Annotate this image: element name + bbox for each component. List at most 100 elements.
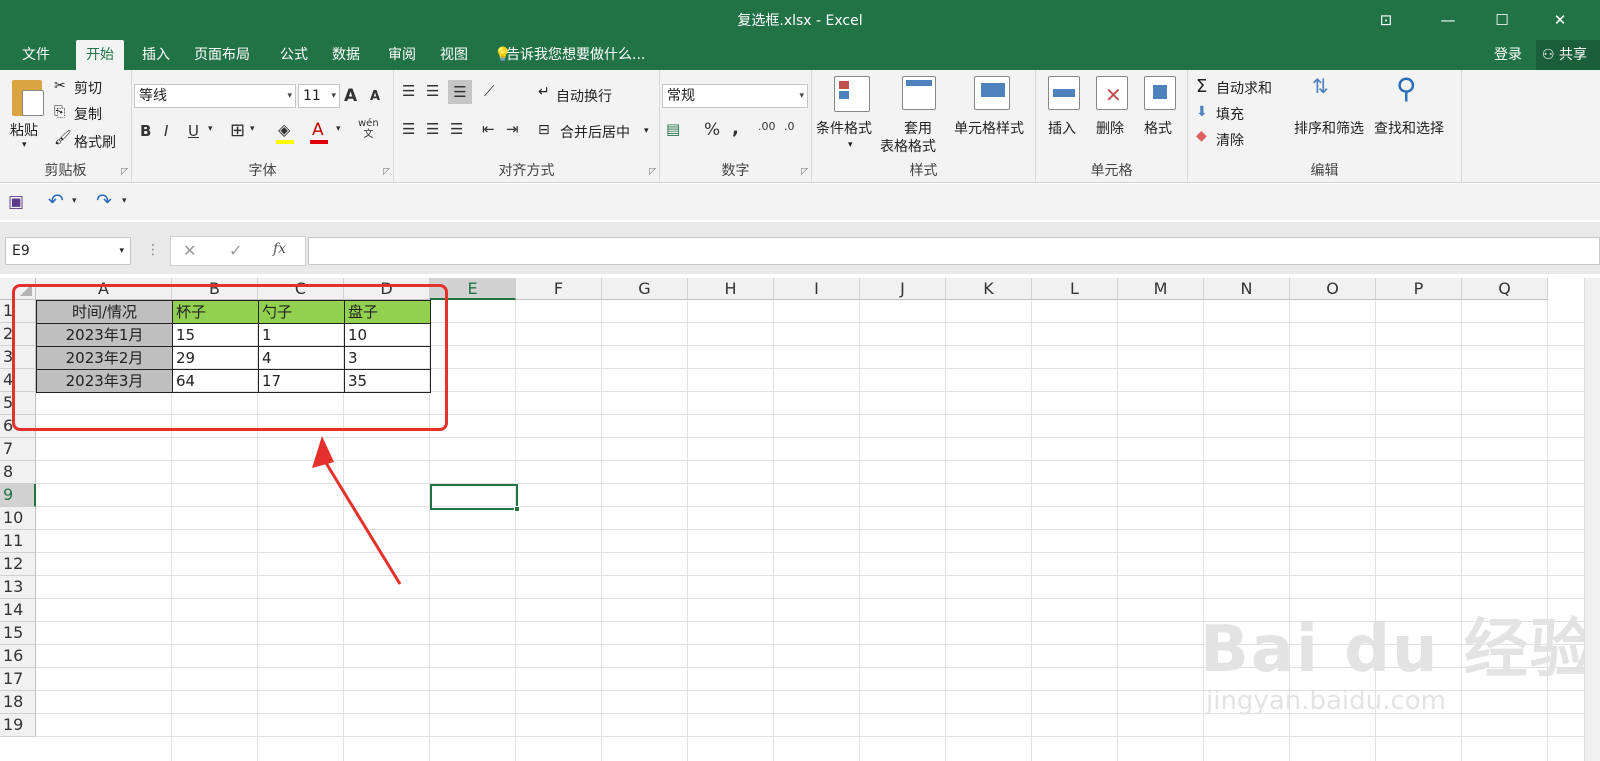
row-header-15[interactable]: 15 — [0, 622, 36, 645]
wrap-text-button[interactable]: 自动换行 — [556, 86, 612, 106]
fill-button[interactable]: 填充 — [1216, 104, 1244, 124]
clear-button[interactable]: 清除 — [1216, 130, 1244, 150]
grow-font-button[interactable]: A — [344, 86, 357, 106]
tab-file[interactable]: 文件 — [12, 40, 60, 70]
column-header-q[interactable]: Q — [1462, 278, 1548, 300]
font-name-select[interactable]: 等线 ▾ — [134, 84, 296, 108]
column-header-j[interactable]: J — [860, 278, 946, 300]
row-header-16[interactable]: 16 — [0, 645, 36, 668]
format-painter-button[interactable]: 格式刷 — [74, 132, 116, 152]
row-header-11[interactable]: 11 — [0, 530, 36, 553]
chevron-down-icon[interactable]: ▾ — [122, 196, 127, 206]
insert-cells-icon[interactable] — [1048, 76, 1080, 110]
format-as-table-icon[interactable] — [902, 76, 936, 110]
percent-button[interactable]: % — [704, 120, 720, 140]
format-as-table-button[interactable]: 表格格式 — [880, 136, 936, 156]
tab-data[interactable]: 数据 — [322, 40, 370, 70]
delete-cells-button[interactable]: 删除 — [1096, 118, 1124, 138]
fill-handle[interactable] — [514, 506, 520, 512]
chevron-down-icon[interactable]: ▾ — [848, 140, 853, 150]
column-header-p[interactable]: P — [1376, 278, 1462, 300]
row-header-17[interactable]: 17 — [0, 668, 36, 691]
font-color-button[interactable]: A — [312, 120, 324, 140]
sort-filter-icon[interactable]: ⇅ — [1312, 74, 1329, 98]
insert-cells-button[interactable]: 插入 — [1048, 118, 1076, 138]
fill-color-icon[interactable]: ◈ — [278, 120, 290, 139]
align-right-icon[interactable]: ☰ — [450, 120, 463, 138]
number-format-select[interactable]: 常规 ▾ — [662, 84, 808, 108]
align-center-icon[interactable]: ☰ — [426, 120, 439, 138]
tab-home[interactable]: 开始 — [76, 40, 124, 70]
share-button[interactable]: ⚇ 共享 — [1536, 40, 1600, 70]
comma-button[interactable]: , — [732, 118, 739, 139]
conditional-formatting-icon[interactable] — [834, 76, 870, 112]
format-cells-button[interactable]: 格式 — [1144, 118, 1172, 138]
ribbon-display-icon[interactable]: ⊡ — [1366, 6, 1406, 34]
cancel-icon[interactable]: ✕ — [183, 241, 196, 260]
row-header-9[interactable]: 9 — [0, 484, 36, 507]
redo-icon[interactable]: ↷ — [96, 190, 112, 212]
chevron-down-icon[interactable]: ▾ — [119, 238, 124, 264]
format-cells-icon[interactable] — [1144, 76, 1176, 110]
tab-insert[interactable]: 插入 — [132, 40, 180, 70]
column-header-l[interactable]: L — [1032, 278, 1118, 300]
delete-cells-icon[interactable]: ✕ — [1096, 76, 1128, 110]
column-header-n[interactable]: N — [1204, 278, 1290, 300]
tab-view[interactable]: 视图 — [430, 40, 478, 70]
italic-button[interactable]: I — [164, 122, 168, 140]
phonetic-guide-button[interactable]: wén 文 — [358, 118, 379, 140]
column-header-g[interactable]: G — [602, 278, 688, 300]
minimize-icon[interactable]: — — [1428, 6, 1468, 34]
chevron-down-icon[interactable]: ▾ — [250, 124, 255, 134]
magnifier-icon[interactable]: ⚲ — [1396, 72, 1417, 105]
font-size-select[interactable]: 11 ▾ — [298, 84, 340, 108]
column-header-o[interactable]: O — [1290, 278, 1376, 300]
shrink-font-button[interactable]: A — [370, 89, 380, 104]
chevron-down-icon[interactable]: ▾ — [336, 124, 341, 134]
cell-styles-icon[interactable] — [974, 76, 1010, 110]
orientation-icon[interactable]: ⟋ — [484, 82, 495, 100]
formula-input[interactable] — [308, 237, 1600, 265]
insert-function-button[interactable]: fx — [273, 241, 286, 257]
column-header-m[interactable]: M — [1118, 278, 1204, 300]
decrease-indent-icon[interactable]: ⇤ — [482, 120, 495, 138]
close-icon[interactable]: ✕ — [1540, 6, 1580, 34]
column-header-k[interactable]: K — [946, 278, 1032, 300]
tab-review[interactable]: 审阅 — [378, 40, 426, 70]
find-select-button[interactable]: 查找和选择 — [1374, 118, 1444, 138]
enter-icon[interactable]: ✓ — [229, 241, 242, 260]
name-box[interactable]: E9 ▾ — [5, 237, 131, 265]
decrease-decimal-icon[interactable]: .0 — [784, 120, 795, 133]
underline-button[interactable]: U — [188, 122, 199, 140]
chevron-down-icon[interactable]: ▾ — [72, 196, 77, 206]
row-header-8[interactable]: 8 — [0, 461, 36, 484]
row-header-18[interactable]: 18 — [0, 691, 36, 714]
increase-indent-icon[interactable]: ⇥ — [506, 120, 519, 138]
chevron-down-icon[interactable]: ▾ — [22, 140, 27, 150]
save-icon[interactable]: ▣ — [8, 192, 24, 212]
dialog-launcher-icon[interactable]: ◸ — [121, 167, 128, 177]
borders-icon[interactable]: ⊞ — [230, 120, 245, 141]
login-link[interactable]: 登录 — [1494, 40, 1522, 70]
column-header-f[interactable]: F — [516, 278, 602, 300]
tell-me-search[interactable]: 告诉我您想要做什么... — [506, 40, 645, 70]
cell-styles-button[interactable]: 单元格样式 — [954, 118, 1024, 138]
align-middle-icon[interactable]: ☰ — [426, 82, 439, 100]
paste-button[interactable]: 粘贴 — [10, 120, 38, 140]
bold-button[interactable]: B — [140, 122, 151, 140]
align-left-icon[interactable]: ☰ — [402, 120, 415, 138]
undo-icon[interactable]: ↶ — [48, 190, 64, 212]
copy-button[interactable]: 复制 — [74, 104, 102, 124]
conditional-formatting-button[interactable]: 条件格式 — [816, 118, 872, 138]
align-top-icon[interactable]: ☰ — [402, 82, 415, 100]
dialog-launcher-icon[interactable]: ◸ — [383, 167, 390, 177]
merge-center-button[interactable]: 合并后居中 — [560, 122, 630, 142]
format-as-table-line1[interactable]: 套用 — [904, 118, 932, 138]
vertical-scrollbar[interactable] — [1584, 278, 1600, 761]
dialog-launcher-icon[interactable]: ◸ — [801, 167, 808, 177]
cut-button[interactable]: 剪切 — [74, 78, 102, 98]
maximize-icon[interactable]: ☐ — [1482, 6, 1522, 34]
row-header-14[interactable]: 14 — [0, 599, 36, 622]
row-header-19[interactable]: 19 — [0, 714, 36, 737]
autosum-button[interactable]: 自动求和 — [1216, 78, 1272, 98]
